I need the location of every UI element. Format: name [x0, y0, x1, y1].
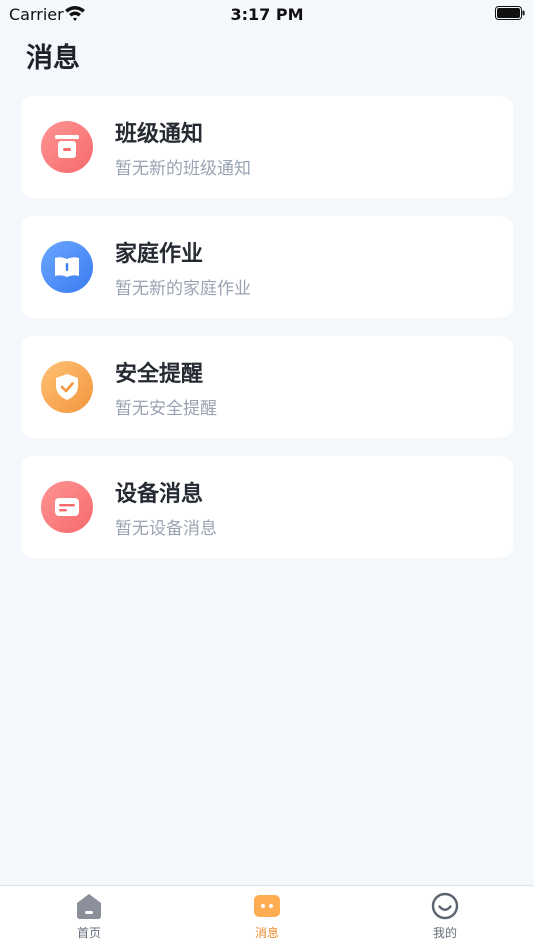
message-title: 设备消息	[115, 482, 204, 507]
status-bar: Carrier 3:17 PM	[0, 0, 534, 28]
battery-icon	[495, 6, 525, 20]
message-item-class-notice[interactable]: 班级通知 暂无新的班级通知	[21, 96, 513, 198]
page-title: 消息	[26, 43, 80, 74]
shield-check-icon	[41, 361, 93, 413]
tab-label: 消息	[254, 926, 279, 940]
home-icon	[77, 894, 101, 919]
smile-icon	[431, 892, 459, 920]
message-item-homework[interactable]: 家庭作业 暂无新的家庭作业	[21, 216, 513, 318]
tab-messages[interactable]: 消息	[178, 892, 356, 948]
message-item-device[interactable]: 设备消息 暂无设备消息	[21, 456, 513, 558]
message-subtitle: 暂无安全提醒	[115, 399, 217, 419]
message-item-safety[interactable]: 安全提醒 暂无安全提醒	[21, 336, 513, 438]
tab-label: 我的	[432, 926, 457, 940]
message-title: 班级通知	[115, 122, 204, 147]
message-subtitle: 暂无新的班级通知	[115, 159, 251, 179]
tab-home[interactable]: 首页	[0, 892, 178, 948]
clock: 3:17 PM	[230, 5, 304, 24]
device-card-icon	[41, 481, 93, 533]
class-notice-icon	[41, 121, 93, 173]
message-title: 家庭作业	[115, 242, 204, 267]
message-subtitle: 暂无设备消息	[115, 519, 217, 539]
homework-book-icon	[41, 241, 93, 293]
tab-bar: 首页 消息 我的	[0, 885, 534, 950]
tab-profile[interactable]: 我的	[356, 892, 534, 948]
message-title: 安全提醒	[115, 362, 204, 387]
message-icon	[254, 895, 280, 917]
tab-label: 首页	[76, 926, 101, 940]
message-subtitle: 暂无新的家庭作业	[115, 279, 251, 299]
message-list: 班级通知 暂无新的班级通知 家庭作业 暂无新的家庭作业 安全提醒 暂无安全提醒	[21, 96, 513, 576]
